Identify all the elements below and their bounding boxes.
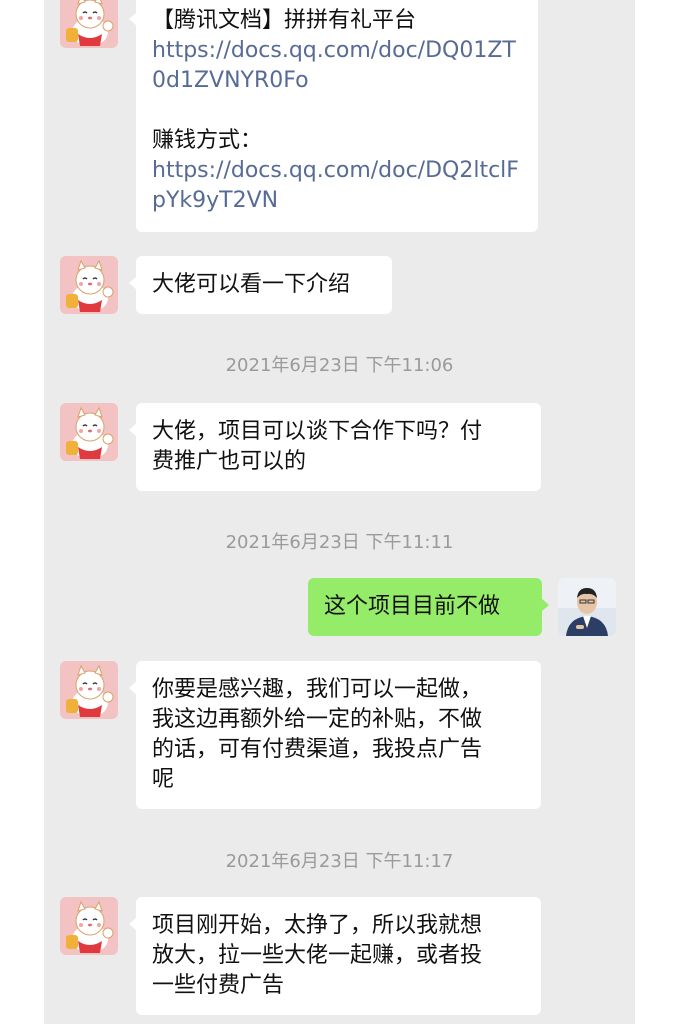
message-text: 一些付费广告 xyxy=(152,973,285,998)
doc-link[interactable]: https://docs.qq.com/doc/DQ01ZT 0d1ZVNYR0… xyxy=(152,36,522,96)
contact-avatar[interactable] xyxy=(60,661,118,719)
message-bubble[interactable]: 大佬可以看一下介绍 xyxy=(129,256,392,314)
contact-avatar[interactable] xyxy=(60,403,118,461)
message-text: 放大，拉一些大佬一起赚，或者投 xyxy=(152,943,483,968)
message-text: 我这边再额外给一定的补贴，不做 xyxy=(152,707,483,732)
message-text: 这个项目目前不做 xyxy=(324,594,501,619)
earning-method-label: 赚钱方式： xyxy=(152,128,263,153)
lucky-cat-avatar-icon xyxy=(60,0,118,48)
timestamp: 2021年6月23日 下午11:11 xyxy=(225,532,454,553)
earning-link-line: https://docs.qq.com/doc/DQ2ltclF xyxy=(152,158,519,183)
message-text: 呢 xyxy=(152,767,175,792)
message-text: 的话，可有付费渠道，我投点广告 xyxy=(152,737,483,762)
doc-link-line: 0d1ZVNYR0Fo xyxy=(152,68,309,93)
message-text: 项目刚开始，太挣了，所以我就想 xyxy=(152,913,483,938)
self-avatar[interactable] xyxy=(558,578,616,636)
lucky-cat-avatar-icon xyxy=(60,661,118,719)
message-bubble[interactable]: 你要是感兴趣，我们可以一起做， 我这边再额外给一定的补贴，不做 的话，可有付费渠… xyxy=(129,661,541,809)
message-bubble-outgoing[interactable]: 这个项目目前不做 xyxy=(308,578,549,636)
message-text: 费推广也可以的 xyxy=(152,449,307,474)
lucky-cat-avatar-icon xyxy=(60,256,118,314)
lucky-cat-avatar-icon xyxy=(60,897,118,955)
contact-avatar[interactable] xyxy=(60,256,118,314)
message-bubble[interactable]: 项目刚开始，太挣了，所以我就想 放大，拉一些大佬一起赚，或者投 一些付费广告 xyxy=(129,897,541,1015)
earning-link[interactable]: https://docs.qq.com/doc/DQ2ltclF pYk9yT2… xyxy=(152,156,522,216)
message-text: 大佬可以看一下介绍 xyxy=(152,272,351,297)
timestamp: 2021年6月23日 下午11:06 xyxy=(225,355,454,376)
doc-title: 【腾讯文档】拼拼有礼平台 xyxy=(152,8,417,33)
contact-avatar[interactable] xyxy=(60,897,118,955)
contact-avatar[interactable] xyxy=(60,0,118,48)
message-bubble[interactable]: 【腾讯文档】拼拼有礼平台 https://docs.qq.com/doc/DQ0… xyxy=(129,0,538,232)
message-bubble[interactable]: 大佬，项目可以谈下合作下吗？付 费推广也可以的 xyxy=(129,403,541,491)
earning-link-line: pYk9yT2VN xyxy=(152,188,279,213)
lucky-cat-avatar-icon xyxy=(60,403,118,461)
message-text: 大佬，项目可以谈下合作下吗？付 xyxy=(152,419,483,444)
chat-area: 【腾讯文档】拼拼有礼平台 https://docs.qq.com/doc/DQ0… xyxy=(44,0,635,1024)
timestamp: 2021年6月23日 下午11:17 xyxy=(225,851,454,872)
doc-link-line: https://docs.qq.com/doc/DQ01ZT xyxy=(152,38,516,63)
user-photo-avatar-icon xyxy=(558,578,616,636)
message-text: 你要是感兴趣，我们可以一起做， xyxy=(152,677,483,702)
